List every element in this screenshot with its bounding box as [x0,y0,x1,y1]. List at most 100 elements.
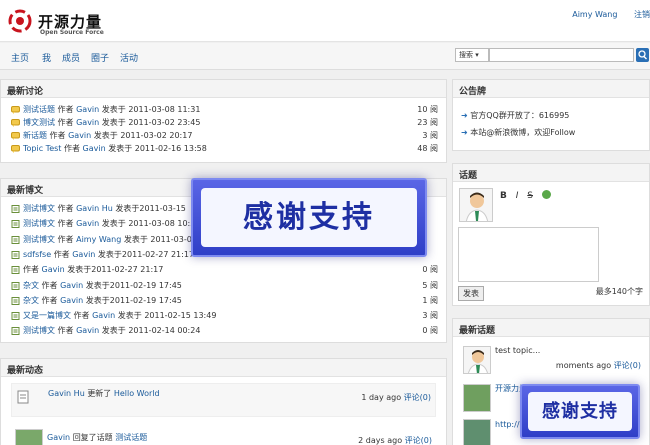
post-title-link[interactable]: 又是一篇博文 [23,311,71,320]
avatar[interactable] [15,429,43,445]
author-prefix: 作者 [57,219,74,229]
post-time: 发表于2011-02-19 17:45 [85,280,182,290]
user-avatar-icon [464,347,490,373]
thanks-banner[interactable]: 感谢支持 [191,178,427,257]
author-link[interactable]: Gavin [76,219,99,228]
discussion-icon [11,145,20,153]
notice-item[interactable]: 本站@新浪微博，欢迎Follow [470,128,575,137]
panel-title: 最新话题 [453,319,649,337]
panel-title: 公告牌 [453,80,649,98]
author-link[interactable]: Gavin [42,265,65,274]
post-title-link[interactable]: 博文测试 [23,118,55,127]
comment-link[interactable]: 评论(0) [614,361,641,370]
thanks-banner-text: 感谢支持 [201,188,417,247]
list-item: 测试话题 作者 Gavin 发表于 2011-03-08 11:31 10 阅 [1,104,446,116]
author-prefix: 作者 [63,144,80,153]
activity-target[interactable]: 测试话题 [115,433,147,442]
activity-verb: 更新了 [87,389,112,398]
read-count: 23 阅 [417,118,438,127]
read-count: 0 阅 [422,265,438,275]
nav-item-home[interactable]: 主页 [11,51,29,64]
post-title-link[interactable]: 杂文 [23,281,39,290]
post-title-link[interactable]: 测试博文 [23,204,55,213]
post-title-link[interactable]: 测试博文 [23,235,55,244]
post-title-link[interactable]: 杂文 [23,296,39,305]
avatar[interactable] [459,188,493,222]
author-link[interactable]: Gavin [60,281,83,290]
nav-item-groups[interactable]: 圈子 [91,51,109,64]
author-link[interactable]: Aimy Wang [76,235,121,244]
avatar[interactable] [463,346,491,374]
post-title-link[interactable]: sdfsfse [23,250,51,259]
post-time: 发表于 2011-03-0 [123,234,192,244]
nav-item-events[interactable]: 活动 [120,51,138,64]
avatar[interactable] [463,384,491,412]
nav-item-members[interactable]: 成员 [62,51,80,64]
blog-post-icon [11,250,20,259]
author-link[interactable]: Gavin [60,296,83,305]
post-title-link[interactable]: 新话题 [23,131,47,140]
post-time: 发表于 2011-02-16 13:58 [108,144,207,153]
notice-board-panel: 公告牌 ➜ 官方QQ群开放了：616995 ➜ 本站@新浪微博，欢迎Follow [452,79,650,151]
submit-button[interactable]: 发表 [458,286,484,301]
post-title-link[interactable]: 测试话题 [23,105,55,114]
post-time: 发表于2011-02-19 17:45 [85,295,182,305]
search-type-select[interactable]: 搜索 ▾ [455,48,489,62]
post-title-link[interactable]: 测试博文 [23,326,55,335]
author-prefix: 作者 [41,280,58,290]
post-title-link[interactable]: 测试博文 [23,219,55,228]
author-prefix: 作者 [23,265,39,275]
thanks-badge[interactable]: 感谢支持 [520,384,640,439]
emoticon-icon[interactable] [541,190,551,199]
discussion-icon [11,119,20,127]
topic-textarea[interactable] [458,227,599,282]
author-link[interactable]: Gavin [92,311,115,320]
user-avatar-icon [460,189,492,221]
list-item: 测试博文 作者 Gavin 发表于 2011-02-14 00:24 0 阅 [1,325,446,337]
author-link[interactable]: Gavin [76,118,99,127]
post-time: 发表于 2011-02-14 00:24 [101,326,201,336]
topic-text: test topic... [495,346,541,355]
bold-button[interactable]: B [500,191,507,201]
author-link[interactable]: Gavin [83,144,106,153]
post-title-link[interactable]: Topic Test [23,144,61,153]
latest-discussions-panel: 最新讨论 测试话题 作者 Gavin 发表于 2011-03-08 11:31 1… [0,79,447,163]
logo-icon[interactable] [7,8,33,34]
logo-subtitle: Open Source Force [40,29,104,36]
author-link[interactable]: Gavin [68,131,91,140]
nav-item-me[interactable]: 我 [42,51,51,64]
activity-actor[interactable]: Gavin [47,433,70,442]
logout-link[interactable]: 注销 [634,10,650,19]
comment-link[interactable]: 评论(0) [404,393,431,402]
avatar[interactable] [463,419,491,445]
list-item: 新话题 作者 Gavin 发表于 2011-03-02 20:17 3 阅 [1,130,446,142]
list-item: 杂文 作者 Gavin 发表于2011-02-19 17:45 1 阅 [1,295,446,307]
strike-button[interactable]: S [527,191,533,201]
comment-link[interactable]: 评论(0) [405,436,432,445]
author-prefix: 作者 [57,105,74,114]
author-link[interactable]: Gavin [76,105,99,114]
activity-target[interactable]: Hello World [114,389,160,398]
search-button[interactable] [636,48,649,62]
post-time: 发表于 2011-03-08 11:31 [101,105,201,114]
author-link[interactable]: Gavin [76,326,99,335]
post-time: 发表于 2011-02-15 13:49 [117,311,217,321]
activity-actor[interactable]: Gavin Hu [48,389,85,398]
user-name-link[interactable]: Aimy Wang [572,10,617,19]
topic-time: moments ago [555,361,612,370]
read-count: 48 阅 [417,144,438,153]
discussion-icon [11,132,20,140]
arrow-icon: ➜ [461,111,468,120]
author-link[interactable]: Gavin Hu [76,204,113,213]
post-time: 发表于 2011-03-02 23:45 [101,118,201,127]
notice-item[interactable]: 官方QQ群开放了：616995 [470,111,569,120]
search-input[interactable] [489,48,634,62]
activity-time: 1 day ago [361,393,402,402]
author-link[interactable]: Gavin [72,250,95,259]
italic-button[interactable]: I [516,191,519,201]
author-prefix: 作者 [73,311,90,321]
char-limit-text: 最多140个字 [595,287,643,296]
author-prefix: 作者 [57,118,74,127]
blog-post-icon [11,235,20,244]
list-item: Topic Test 作者 Gavin 发表于 2011-02-16 13:58… [1,143,446,155]
